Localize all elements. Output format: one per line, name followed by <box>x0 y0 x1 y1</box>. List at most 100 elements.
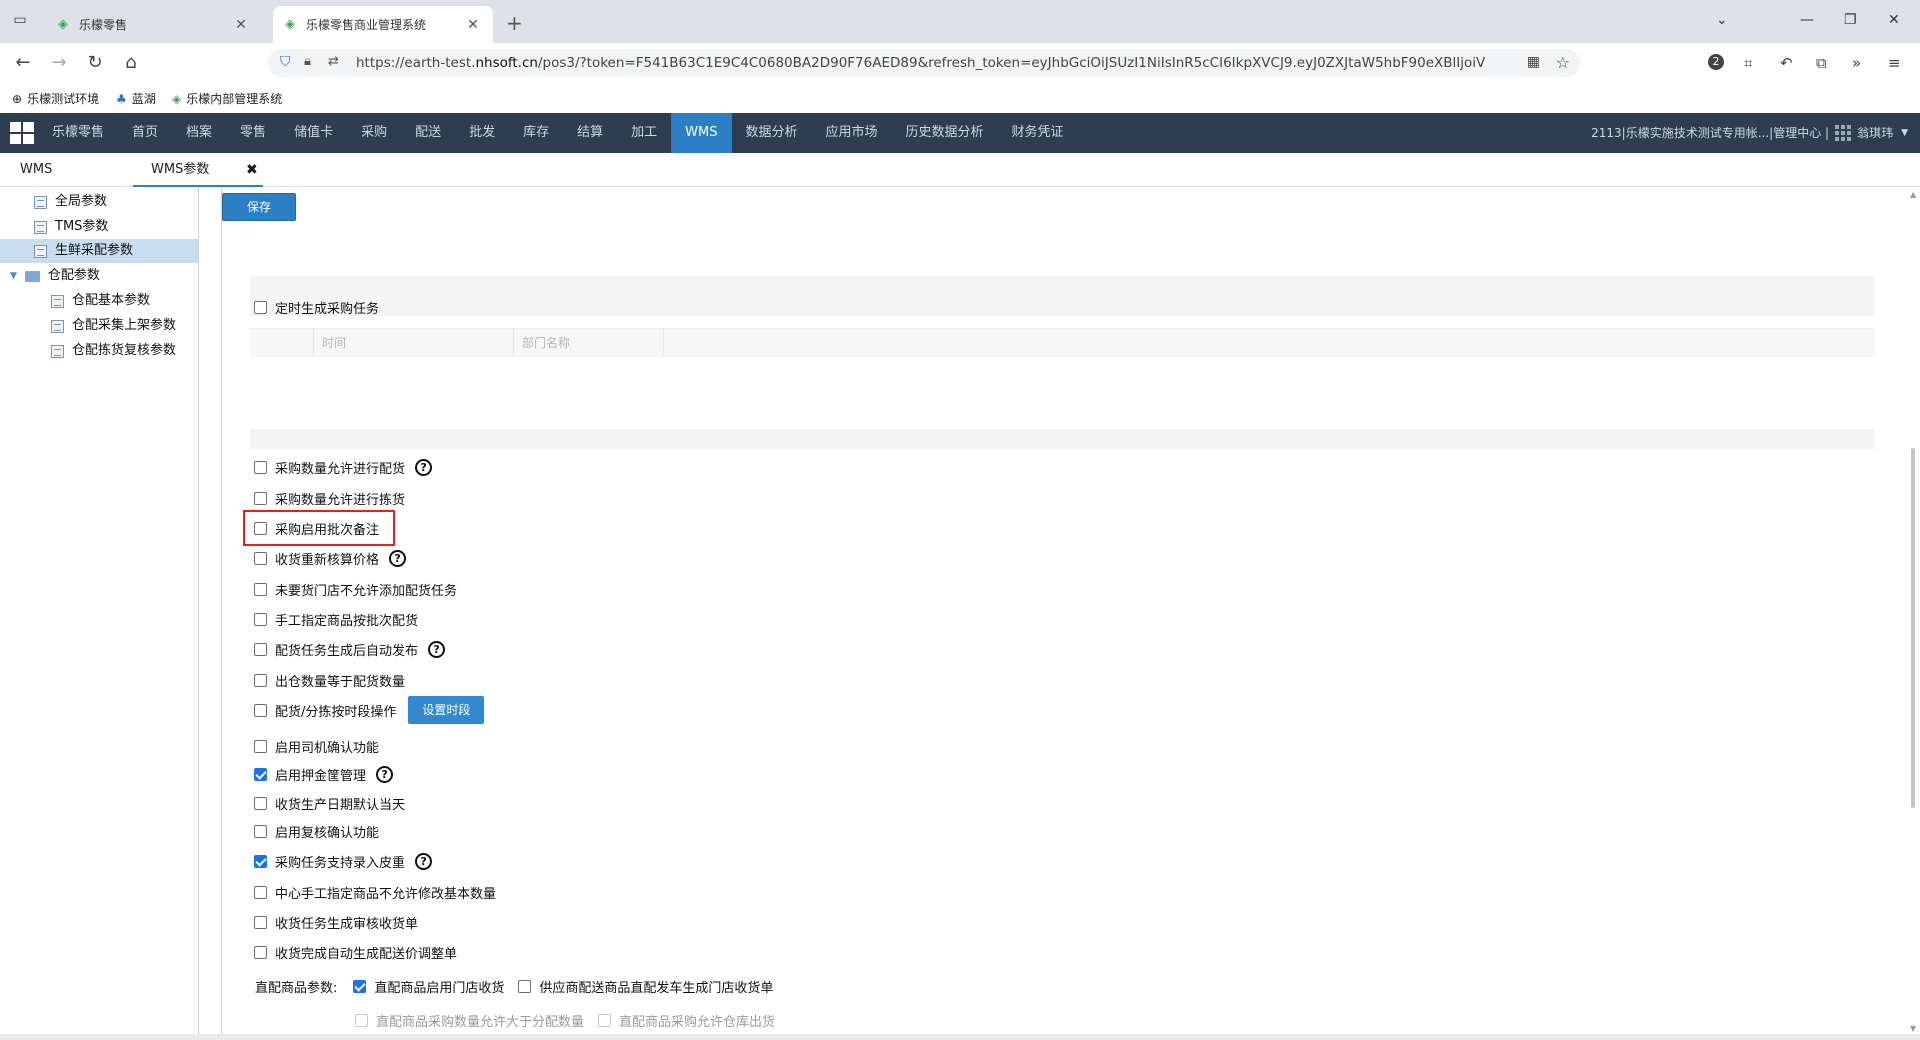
option-audit-receipt[interactable]: 收货任务生成审核收货单 <box>254 912 418 932</box>
menu-item-brand[interactable]: 乐檬零售 <box>38 113 118 153</box>
caret-down-icon[interactable]: ▼ <box>1901 113 1908 153</box>
close-icon[interactable]: ✕ <box>465 17 481 33</box>
menu-item-inventory[interactable]: 库存 <box>509 113 563 153</box>
menu-item-wholesale[interactable]: 批发 <box>455 113 509 153</box>
checkbox[interactable] <box>254 796 267 810</box>
checkbox[interactable] <box>254 551 267 565</box>
checkbox[interactable] <box>254 703 267 717</box>
qr-code-icon[interactable]: ▦ <box>1527 54 1540 70</box>
new-tab-icon[interactable]: + <box>506 11 523 35</box>
option-recalc-price[interactable]: 收货重新核算价格 ? <box>254 548 407 568</box>
checkbox[interactable] <box>254 824 267 838</box>
extension-badge[interactable]: 2 <box>1708 54 1724 70</box>
sidebar-item-global-params[interactable]: 全局参数 <box>34 190 107 214</box>
tab-wms[interactable]: WMS <box>20 153 52 187</box>
option-production-date[interactable]: 收货生产日期默认当天 <box>254 793 405 813</box>
option-tare-weight[interactable]: 采购任务支持录入皮重 ? <box>254 851 433 871</box>
reload-icon[interactable]: ↻ <box>84 52 106 73</box>
option-outbound-equals-allot[interactable]: 出仓数量等于配货数量 <box>254 670 405 690</box>
timed-purchase-option[interactable]: 定时生成采购任务 <box>254 297 379 317</box>
help-icon[interactable]: ? <box>389 549 407 567</box>
restore-icon[interactable]: ❐ <box>1844 12 1857 28</box>
checkbox[interactable] <box>254 582 267 596</box>
sidebar-item-tms-params[interactable]: TMS参数 <box>34 215 108 239</box>
save-button[interactable]: 保存 <box>222 193 296 221</box>
checkbox[interactable] <box>254 612 267 626</box>
help-icon[interactable]: ? <box>428 640 446 658</box>
home-icon[interactable]: ⌂ <box>120 52 142 73</box>
apps-grid-icon[interactable] <box>1835 125 1852 141</box>
extensions-icon[interactable]: ⧉ <box>1816 54 1827 72</box>
checkbox[interactable] <box>254 521 267 535</box>
supplier-direct-receipt-label[interactable]: 供应商配送商品直配发车生成门店收货单 <box>539 977 773 996</box>
browser-tab-2[interactable]: ◈ 乐檬零售商业管理系统 ✕ <box>273 6 493 43</box>
menu-item-retail[interactable]: 零售 <box>226 113 280 153</box>
option-driver-confirm[interactable]: 启用司机确认功能 <box>254 736 379 756</box>
menu-item-archive[interactable]: 档案 <box>172 113 226 153</box>
menu-item-data-analysis[interactable]: 数据分析 <box>732 113 812 153</box>
option-purchase-qty-pick[interactable]: 采购数量允许进行拣货 <box>254 488 405 508</box>
undo-icon[interactable]: ↶ <box>1780 54 1793 72</box>
crop-icon[interactable]: ⌗ <box>1744 54 1752 72</box>
browser-tab-1[interactable]: ◈ 乐檬零售 ✕ <box>46 6 261 43</box>
lock-icon[interactable]: 🔒︎ <box>304 54 311 69</box>
checkbox[interactable] <box>254 642 267 656</box>
checkbox[interactable] <box>254 945 267 959</box>
sidebar-item-warehouse-picking[interactable]: 仓配拣货复核参数 <box>51 339 176 363</box>
sidebar-item-fresh-params[interactable]: 生鲜采配参数 <box>0 239 198 263</box>
option-manual-batch[interactable]: 手工指定商品按批次配货 <box>254 609 418 629</box>
more-tools-icon[interactable]: » <box>1852 54 1861 72</box>
option-deposit-basket[interactable]: 启用押金筐管理 ? <box>254 764 394 784</box>
option-review-confirm[interactable]: 启用复核确认功能 <box>254 821 379 841</box>
menu-item-processing[interactable]: 加工 <box>617 113 671 153</box>
menu-item-purchase[interactable]: 采购 <box>347 113 401 153</box>
checkbox[interactable] <box>254 673 267 687</box>
option-no-order-store[interactable]: 未要货门店不允许添加配货任务 <box>254 579 457 599</box>
checkbox[interactable] <box>254 491 267 505</box>
menu-item-app-market[interactable]: 应用市场 <box>812 113 892 153</box>
account-info[interactable]: 2113|乐檬实施技术测试专用帐...|管理中心 | <box>1591 113 1829 153</box>
bookmark-item[interactable]: ⊕ 乐檬测试环境 <box>12 90 99 107</box>
menu-item-wms[interactable]: WMS <box>671 113 732 153</box>
checkbox[interactable] <box>254 739 267 753</box>
help-icon[interactable]: ? <box>415 458 433 476</box>
checkbox-checked[interactable] <box>353 979 367 993</box>
sidebar-item-warehouse-basic[interactable]: 仓配基本参数 <box>51 289 150 313</box>
checkbox[interactable] <box>254 885 267 899</box>
back-icon[interactable]: ← <box>12 52 34 73</box>
minimize-icon[interactable]: — <box>1800 12 1814 28</box>
expand-arrow-icon[interactable]: ▼ <box>10 264 17 288</box>
close-icon[interactable]: ✖ <box>246 162 258 178</box>
option-batch-remark[interactable]: 采购启用批次备注 <box>254 518 379 538</box>
option-no-modify-basic-qty[interactable]: 中心手工指定商品不允许修改基本数量 <box>254 882 496 902</box>
shield-icon[interactable]: ⛉ <box>280 54 291 70</box>
option-auto-price-adjust[interactable]: 收货完成自动生成配送价调整单 <box>254 942 457 962</box>
option-purchase-qty-allot[interactable]: 采购数量允许进行配货 ? <box>254 457 433 477</box>
scroll-down-icon[interactable]: ▼ <box>1910 1024 1916 1033</box>
checkbox[interactable] <box>518 979 532 993</box>
permissions-icon[interactable]: ⇄ <box>328 54 339 69</box>
menu-item-settlement[interactable]: 结算 <box>563 113 617 153</box>
url-field[interactable]: ⛉ 🔒︎ ⇄ https://earth-test.nhsoft.cn/pos3… <box>268 49 1580 77</box>
sidebar-item-warehouse-collect[interactable]: 仓配采集上架参数 <box>51 314 176 338</box>
tab-wms-params[interactable]: WMS参数 <box>133 153 263 187</box>
option-by-period[interactable]: 配货/分拣按时段操作 设置时段 <box>254 696 485 724</box>
menu-item-finance-voucher[interactable]: 财务凭证 <box>998 113 1078 153</box>
close-icon[interactable]: ✕ <box>233 17 249 33</box>
forward-icon[interactable]: → <box>48 52 70 73</box>
tab-list-icon[interactable]: ▭ <box>10 12 30 32</box>
bookmark-item[interactable]: ♣ 蓝湖 <box>116 90 156 107</box>
checkbox[interactable] <box>254 300 267 314</box>
set-period-button[interactable]: 设置时段 <box>408 696 485 724</box>
user-name[interactable]: 翁琪玮 <box>1857 113 1893 153</box>
sidebar-item-warehouse-params[interactable]: ▼ 仓配参数 <box>10 264 100 288</box>
scrollbar-thumb[interactable] <box>1911 448 1915 808</box>
menu-item-stored-value-card[interactable]: 储值卡 <box>280 113 347 153</box>
app-grid-logo-icon[interactable] <box>10 122 34 144</box>
horizontal-scrollbar[interactable] <box>0 1034 1920 1040</box>
vertical-scrollbar[interactable]: ▲ ▼ <box>1906 188 1920 1040</box>
close-window-icon[interactable]: ✕ <box>1888 12 1900 28</box>
chevron-down-icon[interactable]: ⌄ <box>1716 12 1728 28</box>
menu-item-distribution[interactable]: 配送 <box>401 113 455 153</box>
bookmark-item[interactable]: ◈ 乐檬内部管理系统 <box>172 90 282 107</box>
